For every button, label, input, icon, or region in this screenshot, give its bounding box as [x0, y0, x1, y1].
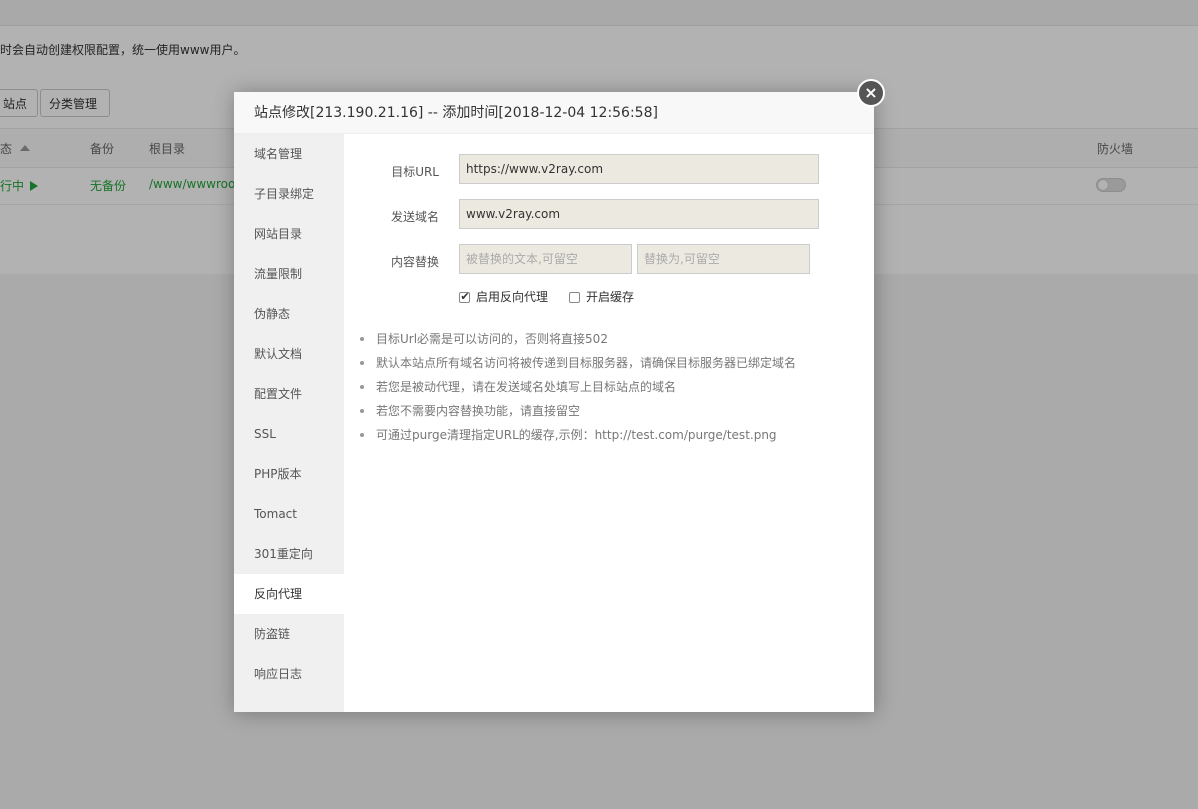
- enable-proxy-checkbox[interactable]: ✔: [459, 290, 470, 303]
- sidebar-item-config-file[interactable]: 配置文件: [234, 374, 344, 414]
- sidebar-item-access-log[interactable]: 响应日志: [234, 654, 344, 694]
- screen: 时会自动创建权限配置，统一使用www用户。 站点 分类管理 状态 备份 根目录 …: [0, 0, 1198, 809]
- replace-from-input[interactable]: [459, 244, 632, 274]
- modal-sidebar: 域名管理 子目录绑定 网站目录 流量限制 伪静态 默认文档 配置文件 SSL P…: [234, 134, 344, 712]
- close-icon[interactable]: ×: [857, 79, 885, 107]
- enable-cache-checkbox-wrap[interactable]: 开启缓存: [569, 290, 634, 304]
- replace-label: 内容替换: [390, 255, 439, 269]
- sidebar-item-default-doc[interactable]: 默认文档: [234, 334, 344, 374]
- list-item: 目标Url必需是可以访问的，否则将直接502: [358, 327, 796, 351]
- bullet-icon: [360, 337, 364, 341]
- bullet-icon: [360, 409, 364, 413]
- site-edit-modal: 站点修改[213.190.21.16] -- 添加时间[2018-12-04 1…: [234, 92, 874, 712]
- replace-to-input[interactable]: [637, 244, 810, 274]
- sidebar-item-domain[interactable]: 域名管理: [234, 134, 344, 174]
- check-icon: ✔: [460, 290, 470, 303]
- sidebar-item-redirect-301[interactable]: 301重定向: [234, 534, 344, 574]
- help-list: 目标Url必需是可以访问的，否则将直接502 默认本站点所有域名访问将被传递到目…: [358, 327, 796, 447]
- bullet-icon: [360, 385, 364, 389]
- target-url-input[interactable]: [459, 154, 819, 184]
- sidebar-item-rewrite[interactable]: 伪静态: [234, 294, 344, 334]
- enable-proxy-label: 启用反向代理: [476, 290, 549, 304]
- modal-title: 站点修改[213.190.21.16] -- 添加时间[2018-12-04 1…: [234, 92, 874, 134]
- list-item: 默认本站点所有域名访问将被传递到目标服务器，请确保目标服务器已绑定域名: [358, 351, 796, 375]
- send-domain-label: 发送域名: [390, 210, 439, 224]
- bullet-icon: [360, 433, 364, 437]
- sidebar-item-php-version[interactable]: PHP版本: [234, 454, 344, 494]
- list-item: 可通过purge清理指定URL的缓存,示例：http://test.com/pu…: [358, 423, 796, 447]
- sidebar-item-ssl[interactable]: SSL: [234, 414, 344, 454]
- list-item: 若您不需要内容替换功能，请直接留空: [358, 399, 796, 423]
- sidebar-item-site-dir[interactable]: 网站目录: [234, 214, 344, 254]
- sidebar-item-subdir-bind[interactable]: 子目录绑定: [234, 174, 344, 214]
- enable-proxy-checkbox-wrap[interactable]: ✔ 启用反向代理: [459, 290, 548, 304]
- modal-content: 目标URL 发送域名 内容替换 ✔ 启用反向代理 开启缓存 目标Url必需是可以访…: [344, 134, 874, 712]
- enable-cache-checkbox[interactable]: [569, 292, 580, 303]
- sidebar-item-traffic-limit[interactable]: 流量限制: [234, 254, 344, 294]
- sidebar-item-tomcat[interactable]: Tomact: [234, 494, 344, 534]
- sidebar-item-reverse-proxy[interactable]: 反向代理: [234, 574, 344, 614]
- list-item: 若您是被动代理，请在发送域名处填写上目标站点的域名: [358, 375, 796, 399]
- target-url-label: 目标URL: [391, 165, 439, 179]
- enable-cache-label: 开启缓存: [586, 290, 635, 304]
- send-domain-input[interactable]: [459, 199, 819, 229]
- sidebar-item-hotlink[interactable]: 防盗链: [234, 614, 344, 654]
- bullet-icon: [360, 361, 364, 365]
